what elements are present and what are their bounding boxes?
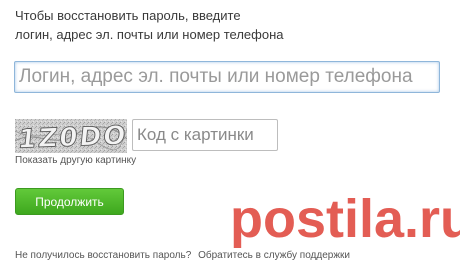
show-another-captcha-link[interactable]: Показать другую картинку	[15, 155, 136, 166]
support-link[interactable]: Обратитесь в службу поддержки	[198, 250, 350, 261]
captcha-image: 1Z0DO	[15, 119, 127, 153]
login-email-phone-input[interactable]	[14, 61, 440, 93]
postila-watermark: postila.ru	[230, 189, 460, 249]
instructions-line-1: Чтобы восстановить пароль, введите	[15, 8, 241, 23]
continue-button[interactable]: Продолжить	[15, 188, 124, 215]
captcha-text: 1Z0DO	[17, 121, 127, 153]
footer-question: Не получилось восстановить пароль?	[15, 250, 192, 261]
footer-help: Не получилось восстановить пароль? Обрат…	[15, 250, 350, 261]
instructions-line-2: логин, адрес эл. почты или номер телефон…	[15, 27, 284, 42]
captcha-code-input[interactable]	[132, 119, 278, 151]
recovery-instructions: Чтобы восстановить пароль, введите логин…	[15, 6, 283, 44]
